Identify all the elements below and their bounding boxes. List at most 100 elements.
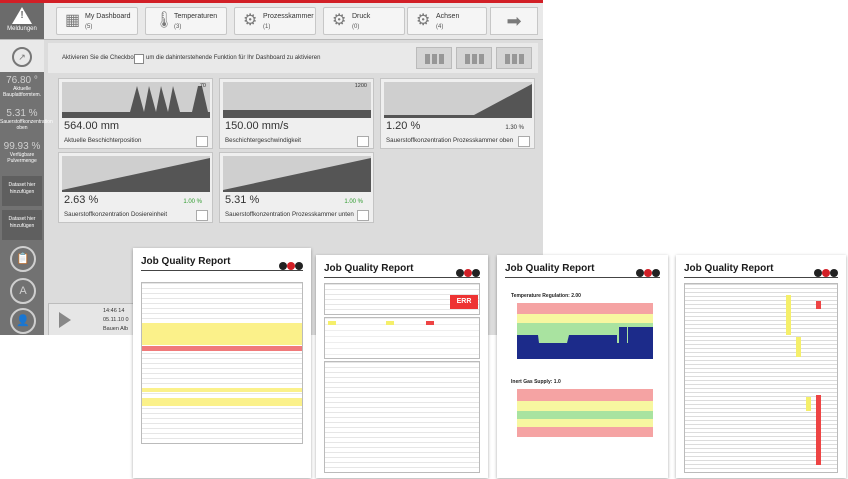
sidebar-value-powder: 99.93 % Verfügbare Pulvermenge	[0, 141, 44, 164]
a-circle-icon[interactable]: A	[10, 278, 36, 304]
chart-title: Inert Gas Supply: 1.0	[511, 379, 561, 385]
tab-title: My Dashboard	[85, 13, 131, 20]
sparkline-chart	[384, 82, 532, 118]
value-label: Aktuelle Bauplattformtem.	[2, 86, 42, 98]
gear-icon: ⚙	[332, 12, 347, 29]
brand-logo	[279, 257, 303, 270]
gauge-button[interactable]: ↗	[0, 40, 44, 72]
tab-count: (0)	[352, 24, 360, 30]
sparkline-chart	[62, 156, 210, 192]
arrow-right-icon: ➡	[506, 11, 522, 31]
diagnostics-box	[324, 317, 480, 359]
tile-label: Beschichtergeschwindigkeit	[225, 137, 302, 144]
tile-scale: 1200	[354, 83, 367, 89]
tab-count: (1)	[263, 24, 271, 30]
view-medium-button[interactable]	[456, 47, 492, 69]
tile-sauerstoff-unten[interactable]: 5.31 % 1.00 % Sauerstoffkonzentration Pr…	[219, 152, 374, 223]
tile-percent: 1.30 %	[505, 125, 524, 131]
report-table	[141, 282, 303, 444]
tab-title: Achsen	[436, 13, 460, 20]
tile-beschichterposition[interactable]: 70 564.00 mm Aktuelle Beschichterpositio…	[58, 78, 213, 149]
tab-druck[interactable]: ⚙ Druck (0)	[323, 7, 405, 35]
value-label: Verfügbare Pulvermenge	[7, 152, 37, 164]
highlight-row	[142, 398, 302, 406]
tile-checkbox[interactable]	[357, 210, 369, 221]
sparkline-chart	[62, 82, 210, 118]
brand-logo	[456, 264, 480, 277]
tile-beschichtergeschwindigkeit[interactable]: 1200 150.00 mm/s Beschichtergeschwindigk…	[219, 78, 374, 149]
top-bar: ! Meldungen ▦ My Dashboard (5) 🌡 Tempera…	[0, 3, 543, 40]
report-title: Job Quality Report	[141, 256, 231, 267]
highlight-row	[142, 323, 302, 345]
warning-button[interactable]: ! Meldungen	[0, 3, 44, 39]
gas-supply-chart	[517, 389, 653, 437]
report-page-4: Job Quality Report	[676, 255, 846, 478]
sparkline-chart	[223, 82, 371, 118]
tab-title: Temperaturen	[174, 13, 218, 20]
tab-temperaturen[interactable]: 🌡 Temperaturen (3)	[145, 7, 227, 35]
tile-percent: 1.00 %	[344, 199, 363, 205]
value-number: 5.31 %	[6, 108, 38, 119]
sidebar-value-temp: 76.80 ° Aktuelle Bauplattformtem.	[0, 75, 44, 98]
value-number: 76.80 °	[6, 75, 38, 86]
tile-sauerstoff-dosiereinheit[interactable]: 2.63 % 1.00 % Sauerstoffkonzentration Do…	[58, 152, 213, 223]
report-page-1: Job Quality Report	[133, 248, 311, 478]
grid-icon	[505, 54, 525, 64]
tab-count: (5)	[85, 24, 93, 30]
tile-value: 564.00 mm	[64, 120, 120, 132]
tile-checkbox[interactable]	[196, 210, 208, 221]
panel-status: Bauen Alb	[103, 326, 129, 332]
tab-my-dashboard[interactable]: ▦ My Dashboard (5)	[56, 7, 138, 35]
tile-label: Sauerstoffkonzentration Prozesskammer un…	[225, 211, 354, 218]
parameter-table	[684, 283, 838, 473]
sidebar-value-oxygen: 5.31 % Sauerstoffkonzentration oben	[0, 108, 53, 131]
checkbox-hint: um die dahinterstehende Funktion für Ihr…	[146, 55, 321, 61]
add-dataset-button[interactable]: Dataset hier hinzufügen	[2, 210, 42, 240]
dashboard-icon: ▦	[65, 12, 81, 29]
brand-logo	[636, 264, 660, 277]
gauge-icon: ↗	[12, 47, 32, 67]
user-icon[interactable]: 👤	[10, 308, 36, 334]
warning-label: Meldungen	[7, 26, 37, 32]
warning-icon: !	[12, 7, 32, 24]
grid-icon	[425, 54, 445, 64]
view-small-button[interactable]	[496, 47, 532, 69]
gear-icon: ⚙	[243, 12, 258, 29]
dashboard-checkbox[interactable]	[134, 54, 144, 64]
tile-sauerstoff-oben[interactable]: 1.20 % 1.30 % Sauerstoffkonzentration Pr…	[380, 78, 535, 149]
tab-count: (3)	[174, 24, 182, 30]
tile-label: Aktuelle Beschichterposition	[64, 137, 142, 144]
tile-label: Sauerstoffkonzentration Dosiereinheit	[64, 211, 168, 218]
tab-achsen[interactable]: ⚙ Achsen (4)	[407, 7, 487, 35]
add-dataset-button[interactable]: Dataset hier hinzufügen	[2, 176, 42, 206]
report-page-3: Job Quality Report Temperature Regulatio…	[497, 255, 668, 478]
report-title: Job Quality Report	[505, 263, 595, 274]
value-label: Sauerstoffkonzentration oben	[0, 119, 53, 131]
tile-value: 2.63 %	[64, 194, 99, 206]
view-large-button[interactable]	[416, 47, 452, 69]
tile-label: Sauerstoffkonzentration Prozesskammer ob…	[386, 137, 514, 144]
thermometer-icon: 🌡	[154, 12, 175, 29]
tile-percent: 1.00 %	[183, 199, 202, 205]
sparkline-chart	[223, 156, 371, 192]
temperature-chart	[517, 303, 653, 359]
panel-date: 05.11.10 0	[103, 317, 129, 323]
chart-title: Temperature Regulation: 2.00	[511, 293, 581, 299]
tab-title: Druck	[352, 13, 371, 20]
tile-checkbox[interactable]	[196, 136, 208, 147]
checkbox-label: Aktivieren Sie die Checkbox	[62, 55, 137, 61]
play-icon[interactable]	[59, 312, 71, 328]
error-badge: ERR	[450, 295, 478, 309]
tile-value: 1.20 %	[386, 120, 421, 132]
report-page-2: Job Quality Report ERR	[316, 255, 488, 478]
tile-checkbox[interactable]	[518, 136, 530, 147]
tab-prozesskammer[interactable]: ⚙ Prozesskammer (1)	[234, 7, 316, 35]
error-row	[142, 346, 302, 351]
gear-icon: ⚙	[416, 12, 431, 29]
report-title: Job Quality Report	[324, 263, 414, 274]
tab-title: Prozesskammer	[263, 13, 314, 20]
tile-scale: 70	[199, 83, 206, 89]
next-tab-button[interactable]: ➡	[490, 7, 538, 35]
clipboard-icon[interactable]: 📋	[10, 246, 36, 272]
tile-checkbox[interactable]	[357, 136, 369, 147]
